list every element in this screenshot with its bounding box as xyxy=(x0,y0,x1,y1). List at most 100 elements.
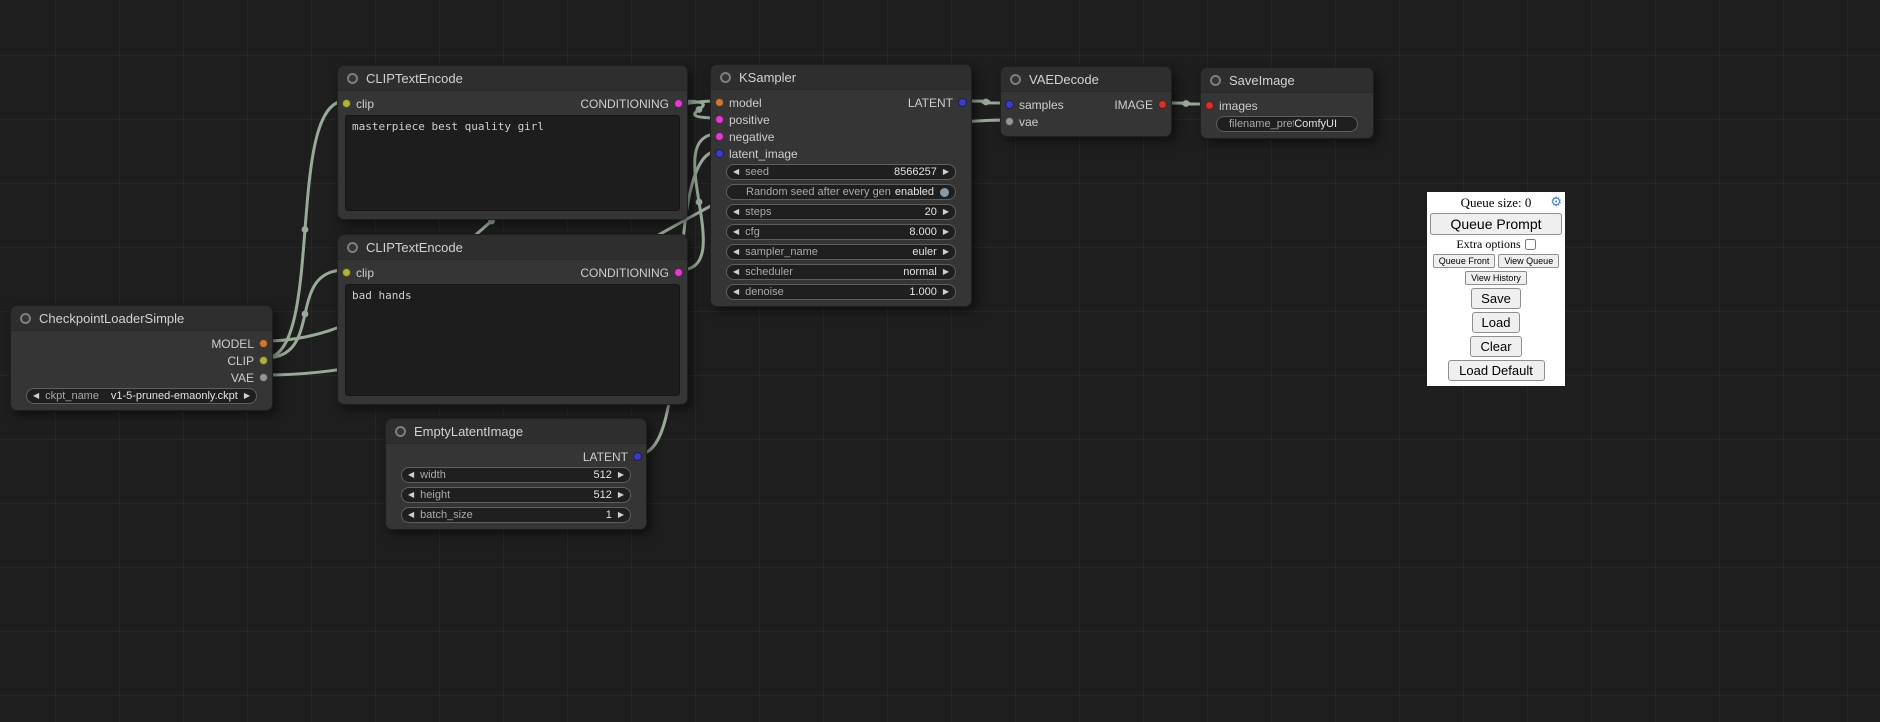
input-port-dot[interactable] xyxy=(715,115,724,124)
collapse-dot-icon[interactable] xyxy=(347,73,358,84)
decrement-arrow-icon[interactable]: ◀ xyxy=(408,471,414,479)
node-clip-text-encode-positive[interactable]: CLIPTextEncode clip CONDITIONING xyxy=(337,65,688,220)
output-port-dot[interactable] xyxy=(674,268,683,277)
input-slot-positive[interactable]: positive xyxy=(715,113,770,127)
decrement-arrow-icon[interactable]: ◀ xyxy=(408,511,414,519)
load-button[interactable]: Load xyxy=(1472,312,1521,333)
widget-batch-size[interactable]: ◀batch_size1▶ xyxy=(401,507,631,523)
node-ksampler[interactable]: KSamplermodelLATENTpositivenegativelaten… xyxy=(710,64,972,307)
widget-denoise[interactable]: ◀denoise1.000▶ xyxy=(726,284,956,300)
input-port-dot[interactable] xyxy=(1205,101,1214,110)
save-button[interactable]: Save xyxy=(1471,288,1521,309)
increment-arrow-icon[interactable]: ▶ xyxy=(943,288,949,296)
output-slot-conditioning[interactable]: CONDITIONING xyxy=(580,97,683,111)
widget-cfg[interactable]: ◀cfg8.000▶ xyxy=(726,224,956,240)
widget-width[interactable]: ◀width512▶ xyxy=(401,467,631,483)
node-title-bar[interactable]: EmptyLatentImage xyxy=(386,419,646,444)
increment-arrow-icon[interactable]: ▶ xyxy=(244,392,250,400)
widget-ckpt-name[interactable]: ◀ckpt_namev1-5-pruned-emaonly.ckpt▶ xyxy=(26,388,257,404)
decrement-arrow-icon[interactable]: ◀ xyxy=(733,208,739,216)
increment-arrow-icon[interactable]: ▶ xyxy=(943,268,949,276)
queue-front-button[interactable]: Queue Front xyxy=(1433,254,1496,268)
output-slot-vae[interactable]: VAE xyxy=(231,371,268,385)
input-port-dot[interactable] xyxy=(715,98,724,107)
decrement-arrow-icon[interactable]: ◀ xyxy=(733,288,739,296)
node-empty-latent-image[interactable]: EmptyLatentImage LATENT ◀width512▶ ◀height5… xyxy=(385,418,647,530)
input-slot-latent-image[interactable]: latent_image xyxy=(715,147,798,161)
widget-steps[interactable]: ◀steps20▶ xyxy=(726,204,956,220)
collapse-dot-icon[interactable] xyxy=(1010,74,1021,85)
graph-canvas[interactable]: CheckpointLoaderSimple MODEL CLIP VAE ◀ckpt_… xyxy=(0,0,1880,722)
collapse-dot-icon[interactable] xyxy=(720,72,731,83)
node-title-bar[interactable]: CLIPTextEncode xyxy=(338,235,687,260)
input-slot-samples[interactable]: samples xyxy=(1005,98,1064,112)
output-port-dot[interactable] xyxy=(633,452,642,461)
node-title-bar[interactable]: CheckpointLoaderSimple xyxy=(11,306,272,331)
input-port-dot[interactable] xyxy=(1005,117,1014,126)
output-port-dot[interactable] xyxy=(1158,100,1167,109)
input-port-dot[interactable] xyxy=(1005,100,1014,109)
input-slot-images[interactable]: images xyxy=(1205,99,1258,113)
output-port-dot[interactable] xyxy=(674,99,683,108)
node-clip-text-encode-negative[interactable]: CLIPTextEncode clip CONDITIONING xyxy=(337,234,688,405)
queue-prompt-button[interactable]: Queue Prompt xyxy=(1430,213,1562,235)
decrement-arrow-icon[interactable]: ◀ xyxy=(733,268,739,276)
extra-options-checkbox[interactable] xyxy=(1525,239,1536,250)
output-slot-latent[interactable]: LATENT xyxy=(583,450,642,464)
output-port-dot[interactable] xyxy=(958,98,967,107)
output-slot-clip[interactable]: CLIP xyxy=(227,354,268,368)
widget-height[interactable]: ◀height512▶ xyxy=(401,487,631,503)
node-title-bar[interactable]: VAEDecode xyxy=(1001,67,1171,92)
widget-random-seed-after-every-gen[interactable]: Random seed after every genenabled xyxy=(726,184,956,200)
collapse-dot-icon[interactable] xyxy=(347,242,358,253)
output-port-dot[interactable] xyxy=(259,339,268,348)
output-slot-model[interactable]: MODEL xyxy=(211,337,268,351)
output-port-dot[interactable] xyxy=(259,373,268,382)
input-slot-clip[interactable]: clip xyxy=(342,97,374,111)
view-history-button[interactable]: View History xyxy=(1465,271,1527,285)
decrement-arrow-icon[interactable]: ◀ xyxy=(408,491,414,499)
collapse-dot-icon[interactable] xyxy=(1210,75,1221,86)
increment-arrow-icon[interactable]: ▶ xyxy=(943,228,949,236)
input-port-dot[interactable] xyxy=(715,132,724,141)
node-title-bar[interactable]: CLIPTextEncode xyxy=(338,66,687,91)
widget-filename-prefix[interactable]: filename_prefixComfyUI xyxy=(1216,116,1358,132)
decrement-arrow-icon[interactable]: ◀ xyxy=(733,228,739,236)
increment-arrow-icon[interactable]: ▶ xyxy=(618,471,624,479)
prompt-textarea[interactable] xyxy=(345,284,680,396)
increment-arrow-icon[interactable]: ▶ xyxy=(943,248,949,256)
increment-arrow-icon[interactable]: ▶ xyxy=(618,491,624,499)
widget-seed[interactable]: ◀seed8566257▶ xyxy=(726,164,956,180)
input-slot-vae[interactable]: vae xyxy=(1005,115,1038,129)
collapse-dot-icon[interactable] xyxy=(20,313,31,324)
load-default-button[interactable]: Load Default xyxy=(1448,360,1545,381)
output-slot-conditioning[interactable]: CONDITIONING xyxy=(580,266,683,280)
decrement-arrow-icon[interactable]: ◀ xyxy=(33,392,39,400)
node-title-bar[interactable]: KSampler xyxy=(711,65,971,90)
input-slot-negative[interactable]: negative xyxy=(715,130,774,144)
decrement-arrow-icon[interactable]: ◀ xyxy=(733,248,739,256)
widget-scheduler[interactable]: ◀schedulernormal▶ xyxy=(726,264,956,280)
node-checkpoint-loader-simple[interactable]: CheckpointLoaderSimple MODEL CLIP VAE ◀ckpt_… xyxy=(10,305,273,411)
output-slot-image[interactable]: IMAGE xyxy=(1114,98,1167,112)
node-vae-decode[interactable]: VAEDecode samples IMAGE vae xyxy=(1000,66,1172,137)
input-port-dot[interactable] xyxy=(342,268,351,277)
toggle-on-dot[interactable] xyxy=(940,188,949,197)
view-queue-button[interactable]: View Queue xyxy=(1498,254,1559,268)
collapse-dot-icon[interactable] xyxy=(395,426,406,437)
output-port-dot[interactable] xyxy=(259,356,268,365)
prompt-textarea[interactable] xyxy=(345,115,680,211)
input-slot-clip[interactable]: clip xyxy=(342,266,374,280)
increment-arrow-icon[interactable]: ▶ xyxy=(943,168,949,176)
increment-arrow-icon[interactable]: ▶ xyxy=(618,511,624,519)
input-slot-model[interactable]: model xyxy=(715,96,762,110)
settings-gear-icon[interactable]: ⚙ xyxy=(1550,195,1562,208)
node-save-image[interactable]: SaveImage images filename_prefixComfyUI xyxy=(1200,67,1374,139)
widget-sampler-name[interactable]: ◀sampler_nameeuler▶ xyxy=(726,244,956,260)
node-title-bar[interactable]: SaveImage xyxy=(1201,68,1373,93)
increment-arrow-icon[interactable]: ▶ xyxy=(943,208,949,216)
input-port-dot[interactable] xyxy=(715,149,724,158)
clear-button[interactable]: Clear xyxy=(1470,336,1521,357)
input-port-dot[interactable] xyxy=(342,99,351,108)
decrement-arrow-icon[interactable]: ◀ xyxy=(733,168,739,176)
